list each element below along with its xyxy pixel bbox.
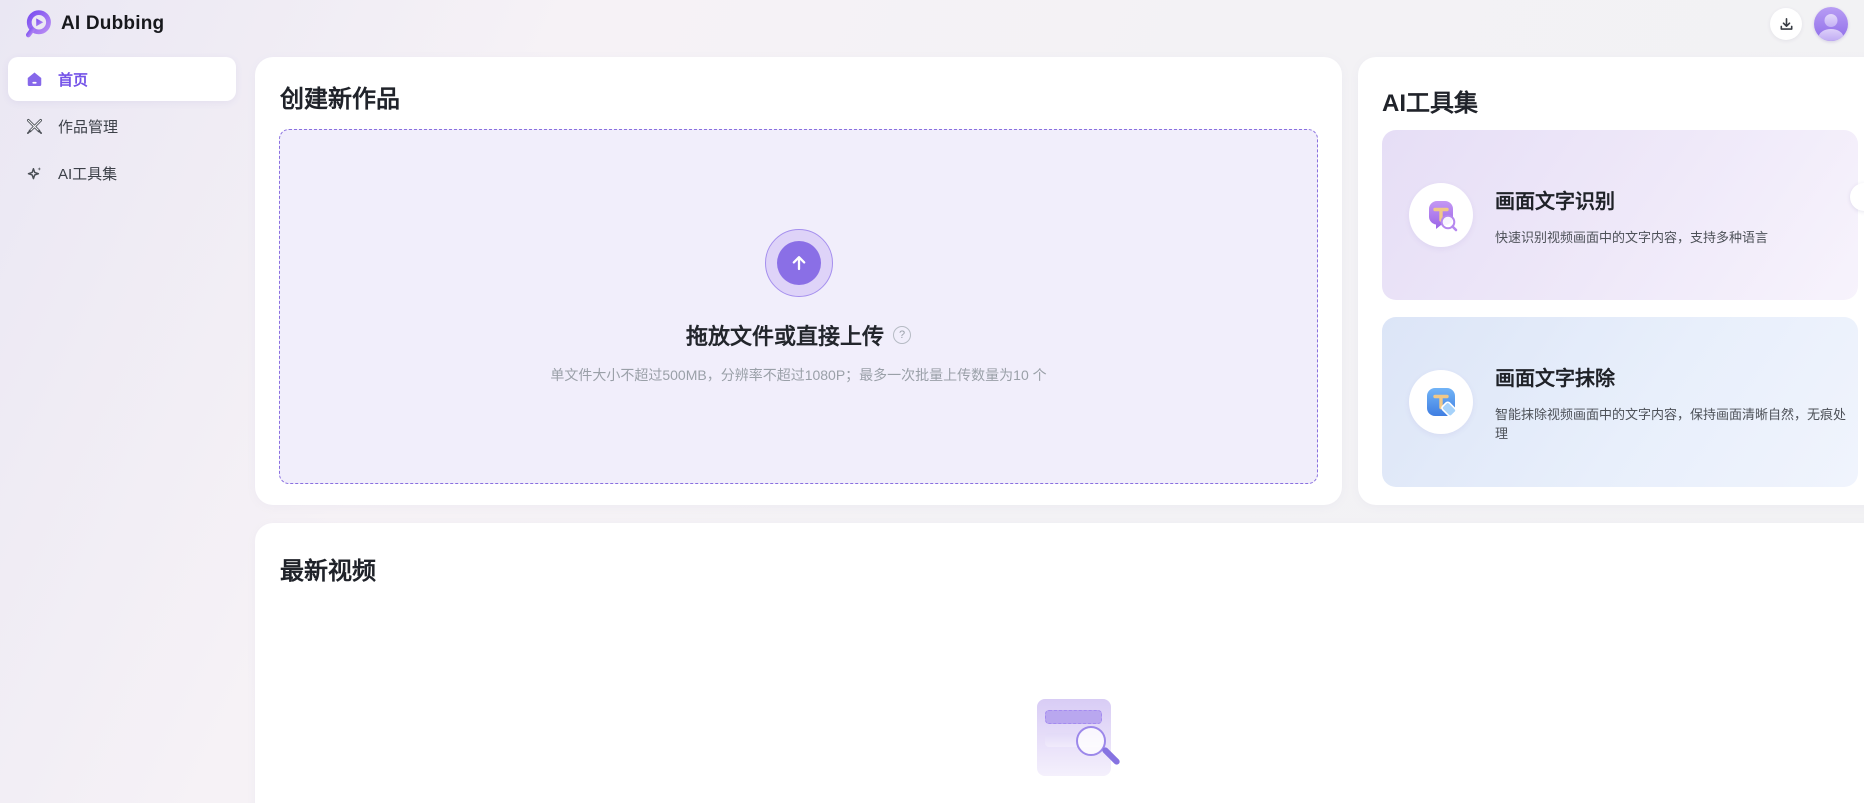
download-icon [1778,16,1795,33]
sidebar: 首页 作品管理 AI工具集 [8,57,236,198]
dropzone-title-row: 拖放文件或直接上传 ? [686,319,911,351]
avatar-head-shape [1825,14,1838,27]
user-avatar[interactable] [1814,7,1848,41]
dropzone-hint: 单文件大小不超过500MB，分辨率不超过1080P；最多一次批量上传数量为10 … [550,365,1046,385]
latest-videos-title: 最新视频 [280,551,376,586]
text-search-icon [1423,197,1459,233]
sidebar-item-ai-tools[interactable]: AI工具集 [8,151,236,195]
upload-circle[interactable] [765,229,833,297]
arrow-up-icon [788,252,810,274]
help-icon[interactable]: ? [893,326,911,344]
latest-videos-card: 最新视频 [255,523,1864,803]
avatar-body-shape [1819,29,1844,41]
create-work-title: 创建新作品 [280,79,400,114]
text-recognition-icon-badge [1409,183,1473,247]
tool-card-text: 画面文字抹除 智能抹除视频画面中的文字内容，保持画面清晰自然，无痕处理 [1495,362,1858,442]
empty-state-illustration [1037,699,1111,776]
sidebar-item-label: 首页 [58,69,88,90]
tool-description: 智能抹除视频画面中的文字内容，保持画面清晰自然，无痕处理 [1495,404,1858,442]
ai-tools-panel: AI工具集 [1358,57,1864,505]
sidebar-item-label: AI工具集 [58,163,117,184]
sidebar-item-home[interactable]: 首页 [8,57,236,101]
create-work-card: 创建新作品 拖放文件或直接上传 ? 单文件大小不超过500MB，分辨率不超过10… [255,57,1342,505]
tool-title: 画面文字抹除 [1495,362,1858,391]
text-erase-icon-badge [1409,370,1473,434]
app-logo-icon [24,9,52,39]
download-button[interactable] [1770,8,1802,40]
app-root: AI Dubbing [0,0,1864,803]
sidebar-item-works[interactable]: 作品管理 [8,104,236,148]
upload-dropzone[interactable]: 拖放文件或直接上传 ? 单文件大小不超过500MB，分辨率不超过1080P；最多… [279,129,1318,484]
text-erase-icon [1423,384,1459,420]
tool-card-text-erase[interactable]: 画面文字抹除 智能抹除视频画面中的文字内容，保持画面清晰自然，无痕处理 [1382,317,1858,487]
magic-sparkle-icon [24,163,44,183]
tool-description: 快速识别视频画面中的文字内容，支持多种语言 [1495,227,1768,246]
header: AI Dubbing [0,0,1864,48]
app-title: AI Dubbing [61,13,164,35]
tool-title: 画面文字识别 [1495,185,1768,214]
ai-tools-title: AI工具集 [1382,83,1478,118]
tool-card-text-recognition[interactable]: 画面文字识别 快速识别视频画面中的文字内容，支持多种语言 [1382,130,1858,300]
upload-arrow-circle [777,241,821,285]
edit-pencils-icon [24,116,44,136]
home-icon [24,69,44,89]
header-actions [1770,7,1848,41]
dropzone-title: 拖放文件或直接上传 [686,319,884,351]
app-logo: AI Dubbing [24,9,164,39]
sidebar-item-label: 作品管理 [58,116,118,137]
tool-card-text: 画面文字识别 快速识别视频画面中的文字内容，支持多种语言 [1495,185,1768,246]
empty-list-row-1 [1045,710,1102,724]
